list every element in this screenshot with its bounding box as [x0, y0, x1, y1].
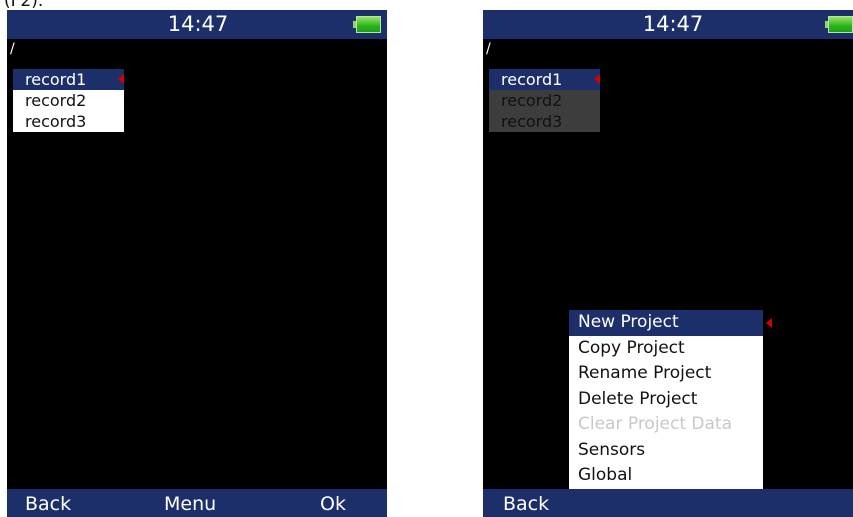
menu-item-clear-project-data: Clear Project Data	[569, 412, 763, 438]
menu-item-sensors[interactable]: Sensors	[569, 438, 763, 464]
back-softkey[interactable]: Back	[25, 489, 71, 517]
menu-softkey[interactable]: Menu	[164, 489, 216, 517]
record-label: record1	[25, 70, 87, 89]
current-path: /	[10, 41, 15, 57]
current-path: /	[486, 41, 491, 57]
record-label: record2	[501, 91, 563, 110]
menu-item-label: Rename Project	[578, 363, 712, 383]
record-list: record1 record2 record3	[13, 69, 124, 132]
clock: 14:47	[642, 12, 704, 36]
record-item[interactable]: record2	[489, 90, 600, 111]
menu-item-new-project[interactable]: New Project	[569, 310, 772, 336]
softkey-bar: Back Menu Ok	[7, 489, 387, 517]
record-item[interactable]: record3	[13, 111, 124, 132]
device-screen-file-browser: 14:47 / record1 record2 record3 Back Men…	[7, 10, 387, 517]
back-softkey[interactable]: Back	[503, 489, 549, 517]
selection-arrow-icon	[594, 74, 600, 84]
project-context-menu: New Project Copy Project Rename Project …	[569, 310, 772, 489]
record-item[interactable]: record3	[489, 111, 600, 132]
softkey-bar: Back	[483, 489, 853, 517]
menu-item-copy-project[interactable]: Copy Project	[569, 336, 763, 362]
record-item[interactable]: record1	[489, 69, 600, 90]
menu-item-label: Global	[578, 465, 633, 485]
ok-softkey[interactable]: Ok	[320, 489, 346, 517]
record-item[interactable]: record1	[13, 69, 124, 90]
menu-item-label: Copy Project	[578, 337, 685, 358]
device-screen-context-menu: 14:47 / record1 record2 record3 New Proj…	[483, 10, 853, 517]
record-label: record3	[501, 112, 563, 131]
menu-item-delete-project[interactable]: Delete Project	[569, 387, 763, 413]
status-bar: 14:47	[7, 10, 387, 39]
menu-item-label: Delete Project	[578, 388, 698, 409]
menu-item-label: Sensors	[578, 439, 646, 460]
status-bar: 14:47	[483, 10, 853, 39]
menu-item-rename-project[interactable]: Rename Project	[569, 361, 763, 387]
menu-item-label: New Project	[578, 312, 679, 332]
selection-arrow-icon	[766, 318, 772, 328]
battery-full-icon	[353, 16, 381, 33]
selection-arrow-icon	[118, 74, 124, 84]
record-label: record2	[25, 91, 87, 110]
record-label: record1	[501, 70, 563, 89]
menu-item-global[interactable]: Global	[569, 463, 763, 489]
record-item[interactable]: record2	[13, 90, 124, 111]
clock: 14:47	[167, 12, 229, 36]
menu-item-label: Clear Project Data	[578, 414, 733, 434]
record-list: record1 record2 record3	[489, 69, 600, 132]
record-label: record3	[25, 112, 87, 131]
battery-full-icon	[825, 16, 853, 33]
